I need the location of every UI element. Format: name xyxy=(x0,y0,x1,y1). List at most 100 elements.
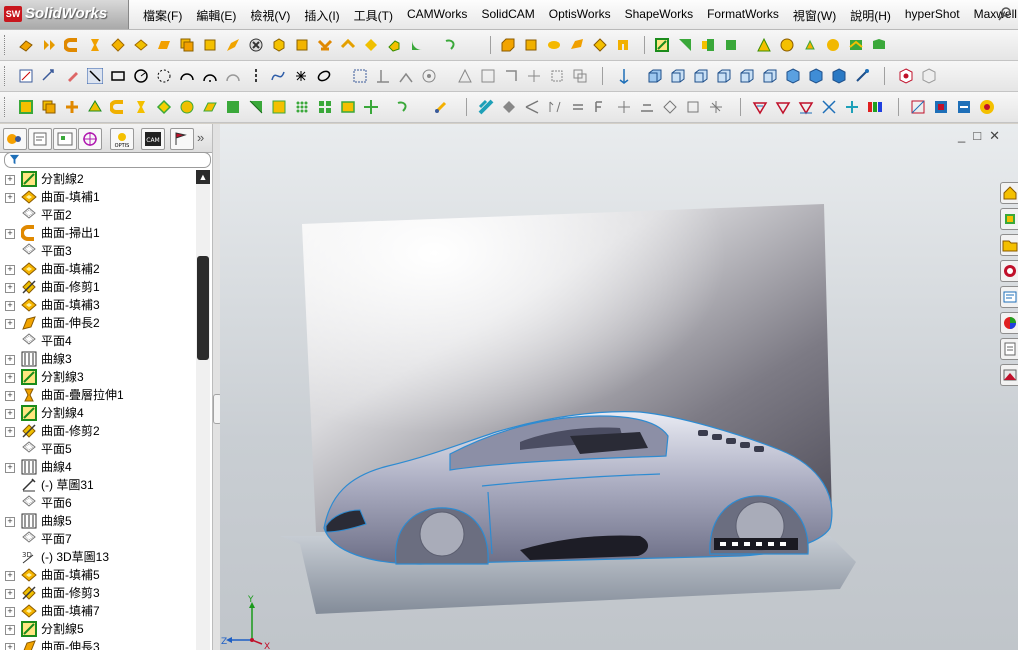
face-fillet-icon[interactable] xyxy=(756,37,772,53)
configuration-manager-tab-icon[interactable] xyxy=(53,128,77,150)
reference-axis-icon[interactable] xyxy=(616,68,632,84)
expand-toggle-icon[interactable]: + xyxy=(5,319,15,329)
pattern-icon[interactable] xyxy=(317,99,333,115)
expand-toggle-icon[interactable]: + xyxy=(5,643,15,650)
extruded-surface-icon[interactable] xyxy=(18,37,34,53)
menu-view[interactable]: 檢視(V) xyxy=(243,7,297,24)
copy-entities-icon[interactable] xyxy=(572,68,588,84)
surface-wizard-icon[interactable] xyxy=(798,99,814,115)
filled-surface-icon[interactable] xyxy=(133,37,149,53)
menu-insert[interactable]: 插入(I) xyxy=(297,7,346,24)
search-tab[interactable] xyxy=(1000,260,1018,282)
circle-icon[interactable] xyxy=(133,68,149,84)
ruled-surface-icon[interactable] xyxy=(202,37,218,53)
cam-tab-icon[interactable]: CAM xyxy=(141,128,165,150)
appearances-tab[interactable] xyxy=(1000,312,1018,334)
feature-tree-row[interactable]: + 曲面-掃出1 xyxy=(0,224,194,242)
feature-tree-row[interactable]: + 曲面-修剪2 xyxy=(0,422,194,440)
knit-surface-icon[interactable] xyxy=(363,37,379,53)
indent-icon[interactable] xyxy=(802,37,818,53)
scrollbar-thumb[interactable] xyxy=(197,256,209,360)
radiate-surface-icon[interactable] xyxy=(87,99,103,115)
centerline-icon[interactable] xyxy=(248,68,264,84)
trim-entities-icon[interactable] xyxy=(375,68,391,84)
view-front-icon[interactable] xyxy=(647,68,663,84)
menu-hypershot[interactable]: hyperShot xyxy=(898,7,967,24)
view-right-icon[interactable] xyxy=(716,68,732,84)
rib-icon[interactable] xyxy=(592,37,608,53)
helix-icon[interactable] xyxy=(723,37,739,53)
expand-toggle-icon[interactable]: + xyxy=(5,175,15,185)
rectangle-icon[interactable] xyxy=(110,68,126,84)
hypershot-render-icon[interactable] xyxy=(910,99,926,115)
expand-toggle-icon[interactable]: + xyxy=(5,283,15,293)
ellipse-icon[interactable] xyxy=(316,68,332,84)
split-line-icon[interactable] xyxy=(654,37,670,53)
toolbar-grip[interactable] xyxy=(4,97,8,117)
design-library-tab[interactable] xyxy=(1000,208,1018,230)
mid-surface-icon[interactable] xyxy=(179,99,195,115)
custom-properties-tab[interactable] xyxy=(1000,338,1018,360)
lofted-surface-icon[interactable] xyxy=(87,37,103,53)
tangent-arc-icon[interactable] xyxy=(202,68,218,84)
tree-filter-input[interactable] xyxy=(4,152,211,168)
normal-to-icon[interactable] xyxy=(854,68,870,84)
thickness-analysis-icon[interactable] xyxy=(639,99,655,115)
feature-tree-row[interactable]: + 曲線5 xyxy=(0,512,194,530)
offset-face-icon[interactable] xyxy=(202,99,218,115)
feature-tree-row[interactable]: 平面7 xyxy=(0,530,194,548)
panel-splitter[interactable] xyxy=(212,124,222,650)
menu-solidcam[interactable]: SolidCAM xyxy=(474,7,541,24)
dimxpert-tab-icon[interactable] xyxy=(78,128,102,150)
point-icon[interactable] xyxy=(293,68,309,84)
feature-tree-row[interactable]: + 曲面-填補5 xyxy=(0,566,194,584)
graphics-viewport[interactable]: _□✕ Y Z X xyxy=(220,124,1018,650)
revolved-boss-icon[interactable] xyxy=(523,37,539,53)
mesh-prep-icon[interactable] xyxy=(775,99,791,115)
point-cloud-icon[interactable] xyxy=(294,99,310,115)
sweep-icon[interactable] xyxy=(110,99,126,115)
car-model[interactable] xyxy=(220,124,1018,650)
feature-tree-row[interactable]: + 曲面-伸長3 xyxy=(0,638,194,650)
feature-tree-row[interactable]: + 分割線4 xyxy=(0,404,194,422)
section-properties-icon[interactable] xyxy=(708,99,724,115)
menu-tools[interactable]: 工具(T) xyxy=(347,7,400,24)
pin-icon[interactable] xyxy=(998,7,1012,21)
copy-body-icon[interactable] xyxy=(41,99,57,115)
intersect-icon[interactable] xyxy=(64,99,80,115)
move-entities-icon[interactable] xyxy=(526,68,542,84)
feature-tree-row[interactable]: 平面4 xyxy=(0,332,194,350)
feature-tree-row[interactable]: 平面5 xyxy=(0,440,194,458)
expand-toggle-icon[interactable]: + xyxy=(5,571,15,581)
display-manager-tab-icon[interactable] xyxy=(170,128,194,150)
view-dimetric-icon[interactable] xyxy=(831,68,847,84)
replace-face-icon[interactable] xyxy=(294,37,310,53)
feature-tree-row[interactable]: 平面2 xyxy=(0,206,194,224)
surface-fill-icon[interactable] xyxy=(156,99,172,115)
delete-face-icon[interactable] xyxy=(248,37,264,53)
scroll-up-icon[interactable]: ▲ xyxy=(196,170,210,184)
spline-icon[interactable] xyxy=(270,68,286,84)
mirror-entities-icon[interactable] xyxy=(457,68,473,84)
mass-properties-icon[interactable] xyxy=(685,99,701,115)
extend-entities-icon[interactable] xyxy=(398,68,414,84)
view-back-icon[interactable] xyxy=(670,68,686,84)
draft-analysis-icon[interactable] xyxy=(524,99,540,115)
shell-icon[interactable] xyxy=(615,37,631,53)
sensor-icon[interactable] xyxy=(616,99,632,115)
expand-toggle-icon[interactable]: + xyxy=(5,301,15,311)
feature-tree-row[interactable]: + 曲面-伸長2 xyxy=(0,314,194,332)
offset-entities-icon[interactable] xyxy=(352,68,368,84)
view-trimetric-icon[interactable] xyxy=(808,68,824,84)
boundary-surface-icon[interactable] xyxy=(110,37,126,53)
feature-tree-row[interactable]: + 曲面-填補3 xyxy=(0,296,194,314)
toolbar-grip[interactable] xyxy=(4,66,8,86)
measure-icon[interactable] xyxy=(662,99,678,115)
feature-tree-row[interactable]: + 曲線4 xyxy=(0,458,194,476)
display-style-icon[interactable] xyxy=(921,68,937,84)
linear-pattern-icon[interactable] xyxy=(480,68,496,84)
hypershot-update-icon[interactable] xyxy=(933,99,949,115)
menu-shapeworks[interactable]: ShapeWorks xyxy=(618,7,700,24)
menu-help[interactable]: 說明(H) xyxy=(843,7,898,24)
file-explorer-tab[interactable] xyxy=(1000,234,1018,256)
